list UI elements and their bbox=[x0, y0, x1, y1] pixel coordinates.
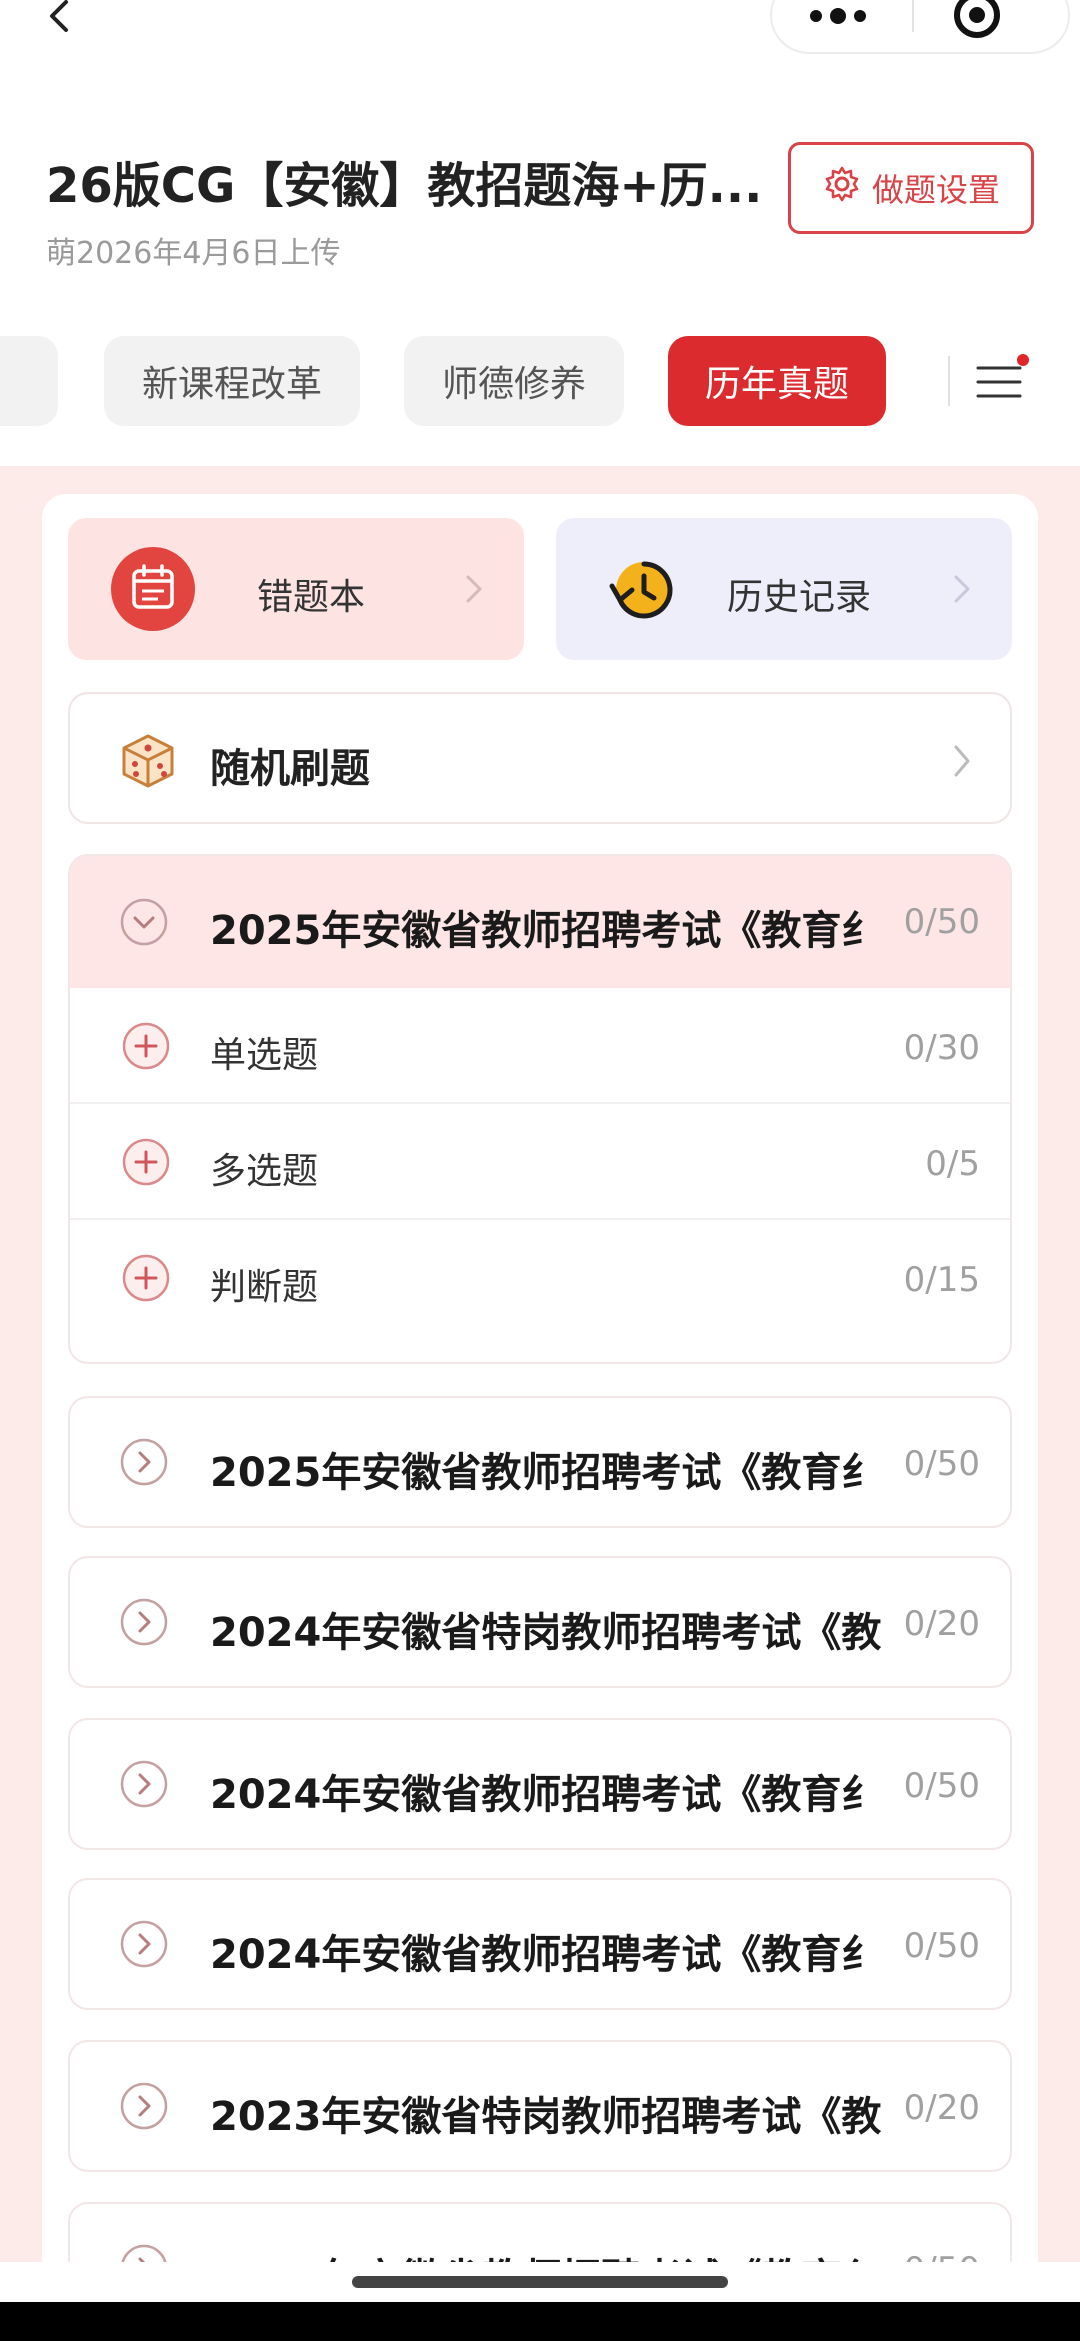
dice-icon bbox=[120, 732, 176, 788]
tab-label: 历年真题 bbox=[704, 364, 849, 405]
plus-icon bbox=[122, 1138, 170, 1186]
question-type-row[interactable]: 单选题 0/30 bbox=[70, 988, 1010, 1104]
exam-section-count: 0/50 bbox=[903, 1766, 980, 1806]
exam-section-count: 0/50 bbox=[903, 1926, 980, 1966]
more-dots-icon[interactable] bbox=[808, 8, 868, 28]
tab-label: 师德修养 bbox=[441, 364, 586, 405]
question-type-label: 判断题 bbox=[210, 1267, 319, 1308]
chevron-right-icon bbox=[464, 574, 484, 604]
question-type-row[interactable]: 判断题 0/15 bbox=[70, 1220, 1010, 1336]
chevron-right-icon bbox=[120, 1920, 168, 1968]
chevron-right-icon bbox=[120, 1760, 168, 1808]
chevron-right-icon bbox=[120, 1438, 168, 1486]
exam-section-count: 0/20 bbox=[903, 2088, 980, 2128]
question-type-count: 0/30 bbox=[903, 1028, 980, 1068]
menu-icon[interactable] bbox=[976, 352, 1030, 408]
exam-section-title: 2025年安徽省教师招聘考试《教育纟 bbox=[210, 1450, 882, 1496]
exam-section-header[interactable]: 2025年安徽省教师招聘考试《教育纟 0/50 bbox=[70, 856, 1010, 988]
chevron-down-icon bbox=[120, 898, 168, 946]
exam-section-count: 0/50 bbox=[903, 902, 980, 942]
exam-section-title: 2024年安徽省特岗教师招聘考试《教 bbox=[210, 1610, 882, 1656]
exam-section-title: 2024年安徽省教师招聘考试《教育纟 bbox=[210, 1772, 882, 1818]
tab-past-exams[interactable]: 历年真题 bbox=[668, 336, 886, 426]
tab-label: 新课程改革 bbox=[141, 364, 322, 405]
exam-section-count: 0/20 bbox=[903, 1604, 980, 1644]
question-type-label: 单选题 bbox=[210, 1035, 319, 1076]
plus-icon bbox=[122, 1254, 170, 1302]
chevron-right-icon bbox=[120, 1598, 168, 1646]
history-card[interactable]: 历史记录 bbox=[556, 518, 1012, 660]
capsule-divider bbox=[912, 0, 914, 32]
page-title: 26版CG【安徽】教招题海+历... bbox=[46, 158, 763, 214]
category-tabs: 新课程改革 师德修养 历年真题 bbox=[0, 334, 1080, 430]
tab-partial[interactable] bbox=[0, 336, 58, 426]
wrong-book-label: 错题本 bbox=[256, 577, 365, 618]
exam-section-title: 2023年安徽省特岗教师招聘考试《教 bbox=[210, 2094, 882, 2140]
exam-section[interactable]: 2024年安徽省教师招聘考试《教育纟 0/50 bbox=[68, 1878, 1012, 2010]
exam-section[interactable]: 2024年安徽省特岗教师招聘考试《教 0/20 bbox=[68, 1556, 1012, 1688]
question-type-count: 0/5 bbox=[925, 1144, 980, 1184]
mini-program-capsule bbox=[770, 0, 1070, 54]
random-practice-label: 随机刷题 bbox=[210, 746, 370, 792]
gesture-bar bbox=[0, 2262, 1080, 2341]
page: 26版CG【安徽】教招题海+历... 萌2026年4月6日上传 做题设置 新课程… bbox=[0, 0, 1080, 2341]
target-icon[interactable] bbox=[952, 0, 1002, 40]
random-practice-card[interactable]: 随机刷题 bbox=[68, 692, 1012, 824]
history-label: 历史记录 bbox=[726, 577, 871, 618]
upload-info: 萌2026年4月6日上传 bbox=[46, 236, 341, 271]
exam-section-count: 0/50 bbox=[903, 1444, 980, 1484]
exam-section-title: 2025年安徽省教师招聘考试《教育纟 bbox=[210, 908, 882, 954]
tab-teacher-ethics[interactable]: 师德修养 bbox=[404, 336, 624, 426]
question-type-count: 0/15 bbox=[903, 1260, 980, 1300]
chevron-right-icon bbox=[120, 2082, 168, 2130]
exam-section[interactable]: 2025年安徽省教师招聘考试《教育纟 0/50 bbox=[68, 1396, 1012, 1528]
home-indicator[interactable] bbox=[352, 2276, 728, 2288]
gear-icon bbox=[822, 164, 862, 212]
exam-section-expanded: 2025年安徽省教师招聘考试《教育纟 0/50 单选题 0/30 多选题 0/5… bbox=[68, 854, 1012, 1364]
exam-section[interactable]: 2023年安徽省特岗教师招聘考试《教 0/20 bbox=[68, 2040, 1012, 2172]
tabs-divider bbox=[948, 356, 950, 406]
question-type-label: 多选题 bbox=[210, 1151, 319, 1192]
plus-icon bbox=[122, 1022, 170, 1070]
wrong-book-card[interactable]: 错题本 bbox=[68, 518, 524, 660]
exam-section-title: 2024年安徽省教师招聘考试《教育纟 bbox=[210, 1932, 882, 1978]
back-icon[interactable] bbox=[40, 0, 80, 40]
quiz-settings-label: 做题设置 bbox=[871, 171, 1000, 209]
quiz-settings-button[interactable]: 做题设置 bbox=[788, 142, 1034, 234]
system-nav-strip bbox=[0, 2302, 1080, 2341]
tab-new-curriculum[interactable]: 新课程改革 bbox=[104, 336, 360, 426]
question-type-row[interactable]: 多选题 0/5 bbox=[70, 1104, 1010, 1220]
chevron-right-icon bbox=[952, 744, 972, 778]
chevron-right-icon bbox=[952, 574, 972, 604]
exam-section[interactable]: 2024年安徽省教师招聘考试《教育纟 0/50 bbox=[68, 1718, 1012, 1850]
